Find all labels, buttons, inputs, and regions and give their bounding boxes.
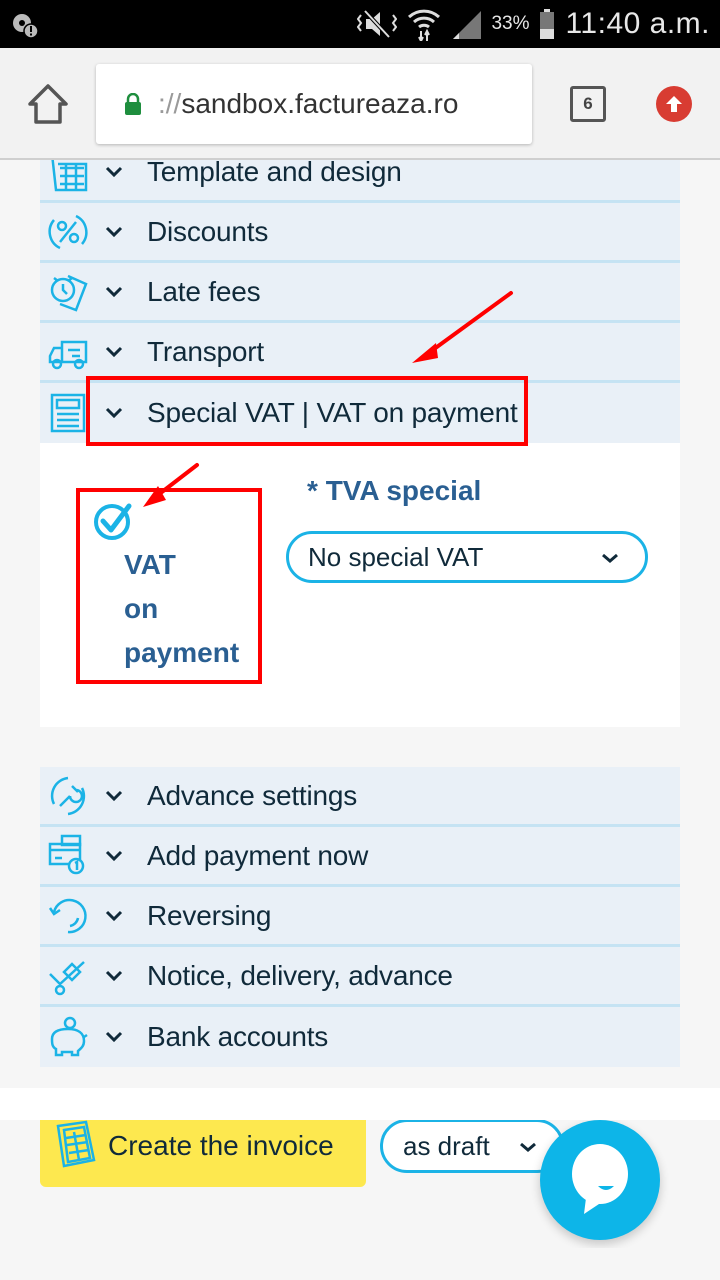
tabs-button[interactable]: 6 xyxy=(570,86,606,122)
template-icon xyxy=(51,160,88,191)
chat-bubble-icon xyxy=(572,1144,628,1214)
accordion-label: Transport xyxy=(147,335,264,367)
chevron-down-icon xyxy=(105,1031,123,1043)
truck-icon xyxy=(48,340,88,369)
url-scheme: :// xyxy=(158,88,182,119)
tab-count: 6 xyxy=(583,94,593,113)
battery-percent: 33% xyxy=(491,13,530,34)
calculator-icon xyxy=(50,393,86,433)
chevron-down-icon xyxy=(105,346,123,357)
piggy-bank-icon xyxy=(50,1016,88,1057)
wrench-icon xyxy=(50,776,86,815)
battery-icon xyxy=(540,9,555,39)
chat-button[interactable] xyxy=(540,1120,660,1240)
accordion-label: Notice, delivery, advance xyxy=(147,959,453,991)
accordion-label: Reversing xyxy=(147,899,272,931)
signal-icon xyxy=(453,11,482,39)
lock-icon xyxy=(125,93,141,115)
accordion-item-add-payment[interactable]: Add payment now xyxy=(40,827,680,887)
chevron-down-icon xyxy=(105,166,123,177)
update-icon xyxy=(666,96,682,112)
url-host: sandbox.factureaza.ro xyxy=(181,88,459,119)
invoice-icon xyxy=(56,1120,96,1168)
chevron-down-icon xyxy=(105,850,123,861)
status-bar: 33% 11:40 a.m. xyxy=(0,0,720,48)
accordion-item-discounts[interactable]: Discounts xyxy=(40,203,680,263)
chevron-down-icon xyxy=(105,910,123,921)
page-bottom xyxy=(0,1088,720,1120)
vibrate-mute-icon xyxy=(357,9,398,39)
chevron-down-icon xyxy=(105,286,123,297)
accordion-item-reversing[interactable]: Reversing xyxy=(40,887,680,947)
discount-icon xyxy=(48,214,88,249)
accordion-item-bank-accounts[interactable]: Bank accounts xyxy=(40,1007,680,1067)
tva-selected-value: No special VAT xyxy=(308,541,484,572)
tva-label-text: TVA special xyxy=(325,475,482,506)
save-mode-select[interactable]: as draft xyxy=(380,1119,564,1173)
accordion-item-late-fees[interactable]: Late fees xyxy=(40,263,680,323)
tva-special-select[interactable]: No special VAT xyxy=(286,531,648,583)
chevron-down-icon xyxy=(520,1142,536,1152)
accordion-label: Bank accounts xyxy=(147,1021,329,1052)
hand-truck-icon xyxy=(49,960,85,995)
tva-special-label: * TVA special xyxy=(307,475,481,507)
accordion-item-advance-settings[interactable]: Advance settings xyxy=(40,767,680,827)
accordion-label: Template and design xyxy=(147,160,402,187)
chevron-down-icon xyxy=(602,553,618,563)
url-text[interactable]: ://sandbox.factureaza.ro xyxy=(158,88,458,120)
home-icon[interactable] xyxy=(26,82,70,126)
late-fees-icon xyxy=(50,274,88,312)
wifi-icon xyxy=(408,9,441,41)
accordion-label: Late fees xyxy=(147,275,261,307)
update-button[interactable] xyxy=(656,86,692,122)
accordion-bottom: Advance settings Add payment now Reversi… xyxy=(40,767,680,1067)
reverse-icon xyxy=(48,898,87,933)
browser-toolbar: ://sandbox.factureaza.ro 6 xyxy=(0,48,720,160)
chevron-down-icon xyxy=(105,226,123,237)
accordion-item-transport[interactable]: Transport xyxy=(40,323,680,383)
required-marker: * xyxy=(307,475,318,506)
accordion-label: Add payment now xyxy=(147,839,369,871)
annotation-box-special-vat xyxy=(86,376,528,446)
notification-alert-icon xyxy=(13,14,38,38)
save-mode-value: as draft xyxy=(403,1130,490,1161)
clock: 11:40 a.m. xyxy=(565,7,710,40)
accordion-label: Advance settings xyxy=(147,779,358,811)
accordion-item-template[interactable]: Template and design xyxy=(40,160,680,203)
chevron-down-icon xyxy=(105,790,123,801)
payment-icon xyxy=(48,834,85,874)
page-content: Template and design Discounts Late fees xyxy=(0,160,720,1248)
accordion-label: Discounts xyxy=(147,215,269,247)
chevron-down-icon xyxy=(105,970,123,981)
annotation-box-vat-on-payment xyxy=(76,488,262,684)
create-invoice-label: Create the invoice xyxy=(108,1130,334,1161)
address-bar[interactable]: ://sandbox.factureaza.ro xyxy=(96,64,532,144)
accordion-item-notice-delivery[interactable]: Notice, delivery, advance xyxy=(40,947,680,1007)
